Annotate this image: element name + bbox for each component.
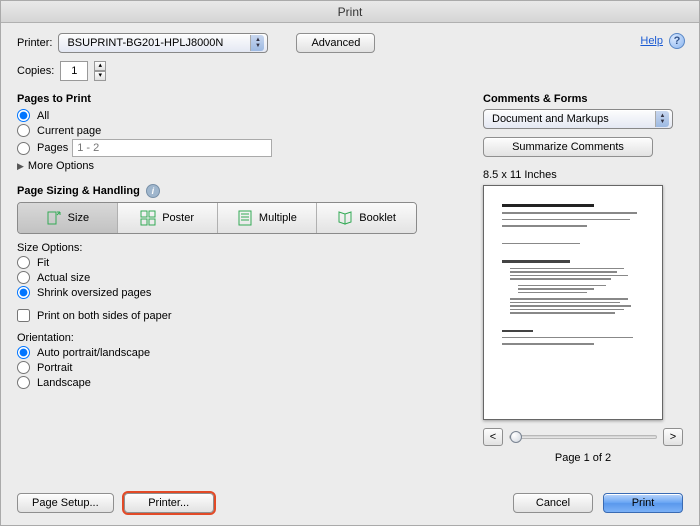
left-column: Pages to Print All Current page Pages ▶ … [17,81,459,464]
comments-select[interactable]: Document and Markups ▲▼ [483,109,673,129]
size-icon [46,210,62,226]
copies-input[interactable] [60,61,88,81]
seg-poster[interactable]: Poster [118,203,218,233]
multiple-icon [237,210,253,226]
printer-row: Printer: BSUPRINT-BG201-HPLJ8000N ▲▼ Adv… [17,33,683,53]
radio-portrait-label: Portrait [37,362,72,374]
printer-label: Printer: [17,37,52,49]
seg-poster-label: Poster [162,212,194,224]
advanced-button[interactable]: Advanced [296,33,375,53]
info-icon[interactable]: i [146,184,160,198]
radio-actual-label: Actual size [37,272,90,284]
stepper-down-icon[interactable]: ▾ [94,71,106,81]
radio-auto-orient[interactable]: Auto portrait/landscape [17,346,459,359]
printer-button[interactable]: Printer... [124,493,214,513]
radio-fit[interactable]: Fit [17,256,459,269]
radio-all-input[interactable] [17,109,30,122]
help-icon[interactable]: ? [669,33,685,49]
radio-shrink[interactable]: Shrink oversized pages [17,286,459,299]
radio-shrink-label: Shrink oversized pages [37,287,151,299]
sizing-segmented: Size Poster Multiple [17,202,417,234]
right-column: Comments & Forms Document and Markups ▲▼… [483,81,683,464]
radio-all-label: All [37,110,49,122]
main-columns: Pages to Print All Current page Pages ▶ … [17,81,683,464]
comments-select-value: Document and Markups [492,113,609,125]
radio-actual-input[interactable] [17,271,30,284]
radio-shrink-input[interactable] [17,286,30,299]
help-link[interactable]: Help [640,35,663,47]
page-preview [483,185,663,420]
page-setup-button[interactable]: Page Setup... [17,493,114,513]
preview-dims: 8.5 x 11 Inches [483,169,683,181]
radio-current-label: Current page [37,125,101,137]
duplex-label: Print on both sides of paper [37,310,172,322]
radio-landscape-label: Landscape [37,377,91,389]
poster-icon [140,210,156,226]
prev-page-button[interactable]: < [483,428,503,446]
copies-stepper[interactable]: ▴ ▾ [94,61,106,81]
pages-heading: Pages to Print [17,93,459,105]
radio-auto-input[interactable] [17,346,30,359]
radio-pages-label: Pages [37,142,68,154]
pages-range-input[interactable] [72,139,272,157]
sizing-heading-text: Page Sizing & Handling [17,185,140,197]
radio-current-input[interactable] [17,124,30,137]
summarize-button[interactable]: Summarize Comments [483,137,653,157]
radio-current[interactable]: Current page [17,124,459,137]
radio-portrait[interactable]: Portrait [17,361,459,374]
comments-heading: Comments & Forms [483,93,683,105]
radio-landscape-input[interactable] [17,376,30,389]
radio-auto-label: Auto portrait/landscape [37,347,150,359]
seg-multiple-label: Multiple [259,212,297,224]
stepper-up-icon[interactable]: ▴ [94,61,106,71]
radio-fit-label: Fit [37,257,49,269]
more-options[interactable]: ▶ More Options [17,160,459,172]
radio-landscape[interactable]: Landscape [17,376,459,389]
seg-booklet[interactable]: Booklet [317,203,416,233]
window-title: Print [338,5,363,19]
radio-portrait-input[interactable] [17,361,30,374]
titlebar: Print [1,1,699,23]
seg-booklet-label: Booklet [359,212,396,224]
page-indicator: Page 1 of 2 [483,452,683,464]
preview-nav: < > [483,428,683,446]
seg-size-label: Size [68,212,89,224]
select-arrows-icon: ▲▼ [655,111,669,127]
booklet-icon [337,210,353,226]
radio-all[interactable]: All [17,109,459,122]
orientation-label: Orientation: [17,332,459,344]
cancel-button[interactable]: Cancel [513,493,593,513]
printer-value: BSUPRINT-BG201-HPLJ8000N [67,37,223,49]
next-page-button[interactable]: > [663,428,683,446]
duplex-check[interactable]: Print on both sides of paper [17,309,459,322]
sizing-heading: Page Sizing & Handling i [17,184,459,198]
printer-select[interactable]: BSUPRINT-BG201-HPLJ8000N ▲▼ [58,33,268,53]
dialog-content: Help ? Printer: BSUPRINT-BG201-HPLJ8000N… [1,23,699,525]
radio-fit-input[interactable] [17,256,30,269]
seg-size[interactable]: Size [18,203,118,233]
seg-multiple[interactable]: Multiple [218,203,318,233]
radio-pages-input[interactable] [17,142,30,155]
radio-actual[interactable]: Actual size [17,271,459,284]
more-options-label: More Options [28,160,94,172]
copies-row: Copies: ▴ ▾ [17,61,683,81]
copies-label: Copies: [17,65,54,77]
help-area: Help ? [640,33,685,49]
bottom-bar: Page Setup... Printer... Cancel Print [17,483,683,513]
duplex-checkbox[interactable] [17,309,30,322]
print-button[interactable]: Print [603,493,683,513]
select-arrows-icon: ▲▼ [250,35,264,51]
slider-thumb-icon[interactable] [510,431,522,443]
zoom-slider[interactable] [509,435,657,439]
size-options-label: Size Options: [17,242,459,254]
disclosure-triangle-icon: ▶ [17,161,24,172]
radio-pages[interactable]: Pages [17,139,459,157]
